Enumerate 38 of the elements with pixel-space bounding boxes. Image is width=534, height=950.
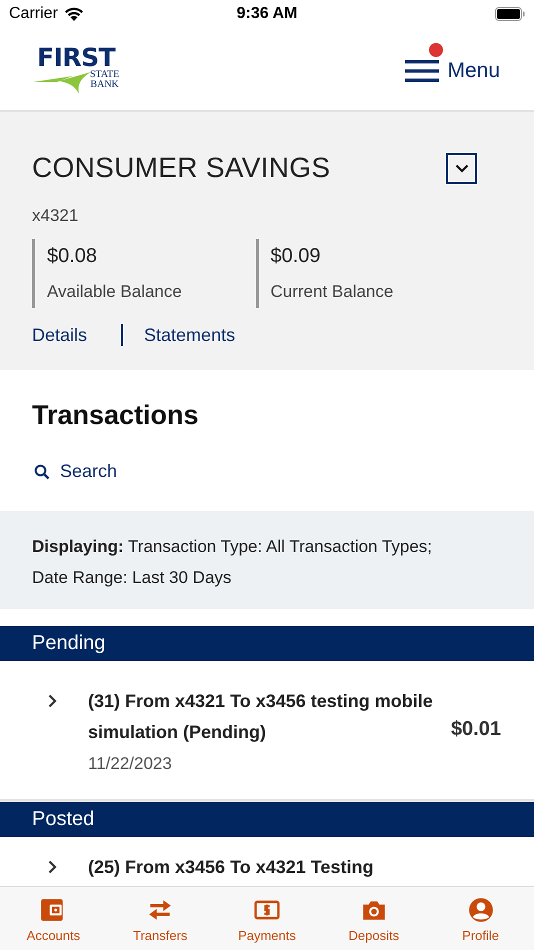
account-name: CONSUMER SAVINGS <box>32 152 330 184</box>
section-header: Posted <box>0 802 534 837</box>
transaction-description: (31) From x4321 To x3456 testing mobile simulation (Pending) <box>88 690 434 744</box>
balance-label: Current Balance <box>270 282 394 302</box>
menu-button[interactable]: Menu <box>405 59 500 83</box>
profile-icon <box>468 897 494 923</box>
tab-item[interactable]: Transfers <box>106 887 214 950</box>
battery-icon <box>495 7 526 21</box>
account-number: x4321 <box>32 206 80 226</box>
balance-label: Available Balance <box>47 282 183 302</box>
section-header: Pending <box>0 626 534 661</box>
logo-text: STATE <box>90 70 120 80</box>
account-dropdown[interactable] <box>446 152 477 184</box>
account-link[interactable]: Details <box>32 324 88 346</box>
menu-icon <box>405 59 440 83</box>
tab-item[interactable]: Payments <box>214 887 320 950</box>
transaction-row[interactable]: (25) From x3456 To x4321 Testing <box>0 837 534 879</box>
logo-text: BANK <box>90 80 119 90</box>
balance-amount: $0.08 <box>47 245 98 268</box>
chevron-right-icon <box>48 694 57 708</box>
wifi-icon <box>64 6 84 22</box>
search-icon <box>34 464 50 480</box>
carrier-label: Carrier <box>9 5 58 23</box>
section-title: Transactions <box>32 400 200 431</box>
clock-time: 9:36 AM <box>236 5 298 23</box>
chevron-right-icon <box>48 860 57 874</box>
transaction-date: 11/22/2023 <box>88 754 173 774</box>
tab-item[interactable]: Profile <box>427 887 534 950</box>
logo-text: FIRST <box>36 46 116 68</box>
chevron-down-icon <box>454 164 468 172</box>
search-link[interactable]: Search <box>32 461 118 482</box>
account-link[interactable]: Statements <box>144 324 236 346</box>
transaction-description: (25) From x3456 To x4321 Testing <box>88 856 374 879</box>
transaction-amount: $0.01 <box>450 718 501 741</box>
balance-amount: $0.09 <box>270 245 322 268</box>
tab-item[interactable]: Accounts <box>0 887 107 950</box>
filter-summary: Displaying: Transaction Type: All Transaction Types; Date Range: Last 30 Days <box>32 536 433 589</box>
tab-item[interactable]: Deposits <box>320 887 428 950</box>
